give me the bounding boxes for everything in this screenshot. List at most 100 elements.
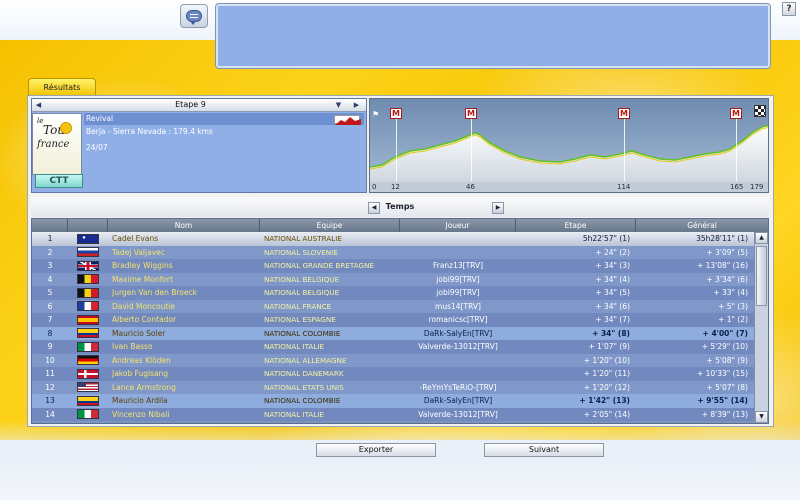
flag-icon bbox=[77, 395, 99, 406]
table-row[interactable]: 10 Andreas Klöden NATIONAL ALLEMAGNE + 1'20… bbox=[32, 353, 754, 367]
flag-cell bbox=[68, 300, 108, 314]
finish-flag-icon bbox=[754, 105, 766, 117]
player-cell bbox=[400, 246, 516, 260]
team-cell: NATIONAL SLOVENIE bbox=[264, 247, 338, 257]
scroll-down-icon[interactable]: ▼ bbox=[755, 411, 768, 423]
rider-name-cell: Mauricio Ardila bbox=[112, 396, 168, 405]
start-icon: ⚑ bbox=[372, 110, 380, 119]
climb-marker-icon[interactable]: M bbox=[390, 108, 402, 119]
team-cell: NATIONAL COLOMBIE bbox=[264, 396, 341, 405]
rider-name-cell: Ivan Basso bbox=[112, 342, 153, 351]
flag-cell bbox=[68, 313, 108, 327]
scroll-thumb[interactable] bbox=[756, 246, 767, 306]
general-time-cell: + 5" (3) bbox=[718, 301, 748, 311]
flag-icon bbox=[77, 287, 99, 298]
stage-selector[interactable]: ◀ Etape 9 ▼ ▶ bbox=[32, 99, 366, 112]
dropdown-icon[interactable]: ▼ bbox=[332, 99, 345, 111]
stage-profile: ⚑ M M M M 0 12 46 114 165 179 bbox=[369, 98, 769, 193]
column-header-nom[interactable]: Nom bbox=[108, 219, 260, 232]
column-header-etape[interactable]: Etape bbox=[516, 219, 636, 232]
profile-chart bbox=[370, 99, 768, 192]
flag-icon bbox=[77, 247, 99, 258]
next-button[interactable]: Suivant bbox=[484, 443, 604, 457]
team-cell: NATIONAL DANEMARK bbox=[264, 369, 344, 378]
results-table: Nom Equipe Joueur Etape Général 1 Cadel E… bbox=[31, 218, 769, 424]
table-row[interactable]: 13 Mauricio Ardila NATIONAL COLOMBIE DaRk-S… bbox=[32, 394, 754, 408]
scroll-up-icon[interactable]: ▲ bbox=[755, 232, 768, 244]
prev-stage-icon[interactable]: ◀ bbox=[32, 99, 45, 111]
km-label: 0 bbox=[372, 183, 377, 191]
team-cell: NATIONAL BELGIQUE bbox=[264, 274, 340, 284]
chat-button[interactable] bbox=[180, 4, 208, 28]
flag-cell bbox=[68, 408, 108, 422]
team-cell: NATIONAL GRANDE BRETAGNE bbox=[264, 261, 374, 270]
ranking-type-nav: Temps ◀ ▶ bbox=[31, 197, 769, 217]
general-time-cell: + 13'08" (16) bbox=[696, 261, 748, 270]
rider-name-cell: Lance Armstrong bbox=[112, 382, 176, 392]
team-cell: NATIONAL ITALIE bbox=[264, 342, 325, 351]
export-button[interactable]: Exporter bbox=[316, 443, 436, 457]
table-row[interactable]: 11 Jakob Fuglsang NATIONAL DANEMARK + 1'20"… bbox=[32, 367, 754, 381]
flag-icon bbox=[77, 368, 99, 379]
column-header-general[interactable]: Général bbox=[636, 219, 768, 232]
flag-cell bbox=[68, 246, 108, 260]
stage-time-cell: + 34" (6) bbox=[595, 301, 630, 311]
rider-name-cell: Mauricio Soler bbox=[112, 328, 166, 338]
rider-name-cell: Tadej Valjavec bbox=[112, 247, 165, 257]
flag-cell bbox=[68, 394, 108, 408]
team-cell: NATIONAL COLOMBIE bbox=[264, 328, 341, 338]
player-cell bbox=[400, 367, 516, 381]
table-row[interactable]: 14 Vincenzo Nibali NATIONAL ITALIE Valverde… bbox=[32, 407, 754, 422]
table-row[interactable]: 12 Lance Armstrong NATIONAL ETATS UNIS -ReY… bbox=[32, 380, 754, 394]
team-cell: NATIONAL ESPAGNE bbox=[264, 315, 336, 324]
km-label: 165 bbox=[730, 183, 744, 191]
column-header-flag[interactable] bbox=[68, 219, 108, 232]
team-cell: NATIONAL FRANCE bbox=[264, 301, 332, 311]
table-row[interactable]: 1 Cadel Evans NATIONAL AUSTRALIE 5h22'57" (… bbox=[32, 232, 754, 246]
general-time-cell: + 9'55" (14) bbox=[697, 396, 748, 405]
general-time-cell: + 8'39" (13) bbox=[701, 409, 748, 419]
next-stage-icon[interactable]: ▶ bbox=[350, 99, 363, 111]
stage-time-cell: + 34" (3) bbox=[595, 261, 630, 270]
rider-name-cell: Vincenzo Nibali bbox=[112, 409, 170, 419]
team-cell: NATIONAL ALLEMAGNE bbox=[264, 355, 347, 365]
flag-cell bbox=[68, 327, 108, 341]
table-row[interactable]: 2 Tadej Valjavec NATIONAL SLOVENIE + 24" (2… bbox=[32, 245, 754, 260]
player-cell: -ReYmYsTeRiO-[TRV] bbox=[419, 382, 497, 392]
rider-name-cell: Maxime Monfort bbox=[112, 274, 173, 284]
climb-marker-icon[interactable]: M bbox=[465, 108, 477, 119]
rank-cell: 1 bbox=[47, 234, 53, 243]
general-time-cell: + 3'09" (5) bbox=[706, 247, 748, 257]
table-scrollbar[interactable]: ▲ ▼ bbox=[754, 232, 768, 423]
tab-results[interactable]: Résultats bbox=[28, 78, 96, 96]
table-body: 1 Cadel Evans NATIONAL AUSTRALIE 5h22'57" (… bbox=[32, 232, 754, 421]
table-row[interactable]: 6 David Moncoutie NATIONAL FRANCE mus14[TRV… bbox=[32, 299, 754, 314]
column-header-equipe[interactable]: Equipe bbox=[260, 219, 400, 232]
table-row[interactable]: 3 Bradley Wiggins NATIONAL GRANDE BRETAGNE… bbox=[32, 259, 754, 273]
rider-name-cell: David Moncoutie bbox=[112, 301, 175, 311]
km-label: 46 bbox=[466, 183, 475, 191]
player-cell: DaRk-SalyEn[TRV] bbox=[423, 396, 493, 405]
rank-cell: 9 bbox=[47, 342, 53, 351]
table-row[interactable]: 7 Alberto Contador NATIONAL ESPAGNE romanic… bbox=[32, 313, 754, 327]
general-time-cell: 35h28'11" (1) bbox=[696, 234, 748, 243]
next-ranking-button[interactable]: ▶ bbox=[492, 202, 504, 214]
rank-cell: 7 bbox=[47, 315, 53, 324]
table-row[interactable]: 4 Maxime Monfort NATIONAL BELGIQUE jobi99[T… bbox=[32, 272, 754, 286]
climb-marker-icon[interactable]: M bbox=[730, 108, 742, 119]
stage-time-cell: + 1'20" (11) bbox=[583, 369, 630, 378]
table-row[interactable]: 5 Jurgen Van den Broeck NATIONAL BELGIQUE j… bbox=[32, 286, 754, 300]
table-row[interactable]: 8 Mauricio Soler NATIONAL COLOMBIE DaRk-Sal… bbox=[32, 326, 754, 341]
flag-icon bbox=[77, 301, 99, 312]
table-row[interactable]: 9 Ivan Basso NATIONAL ITALIE Valverde-13012… bbox=[32, 340, 754, 354]
help-button[interactable]: ? bbox=[782, 2, 796, 16]
column-header-rank[interactable] bbox=[32, 219, 68, 232]
column-header-joueur[interactable]: Joueur bbox=[400, 219, 516, 232]
player-cell bbox=[400, 232, 516, 246]
flag-icon bbox=[77, 233, 99, 244]
general-time-cell: + 4'00" (7) bbox=[702, 328, 748, 338]
flag-icon bbox=[77, 409, 99, 420]
prev-ranking-button[interactable]: ◀ bbox=[368, 202, 380, 214]
climb-marker-icon[interactable]: M bbox=[618, 108, 630, 119]
rank-cell: 6 bbox=[47, 301, 53, 311]
